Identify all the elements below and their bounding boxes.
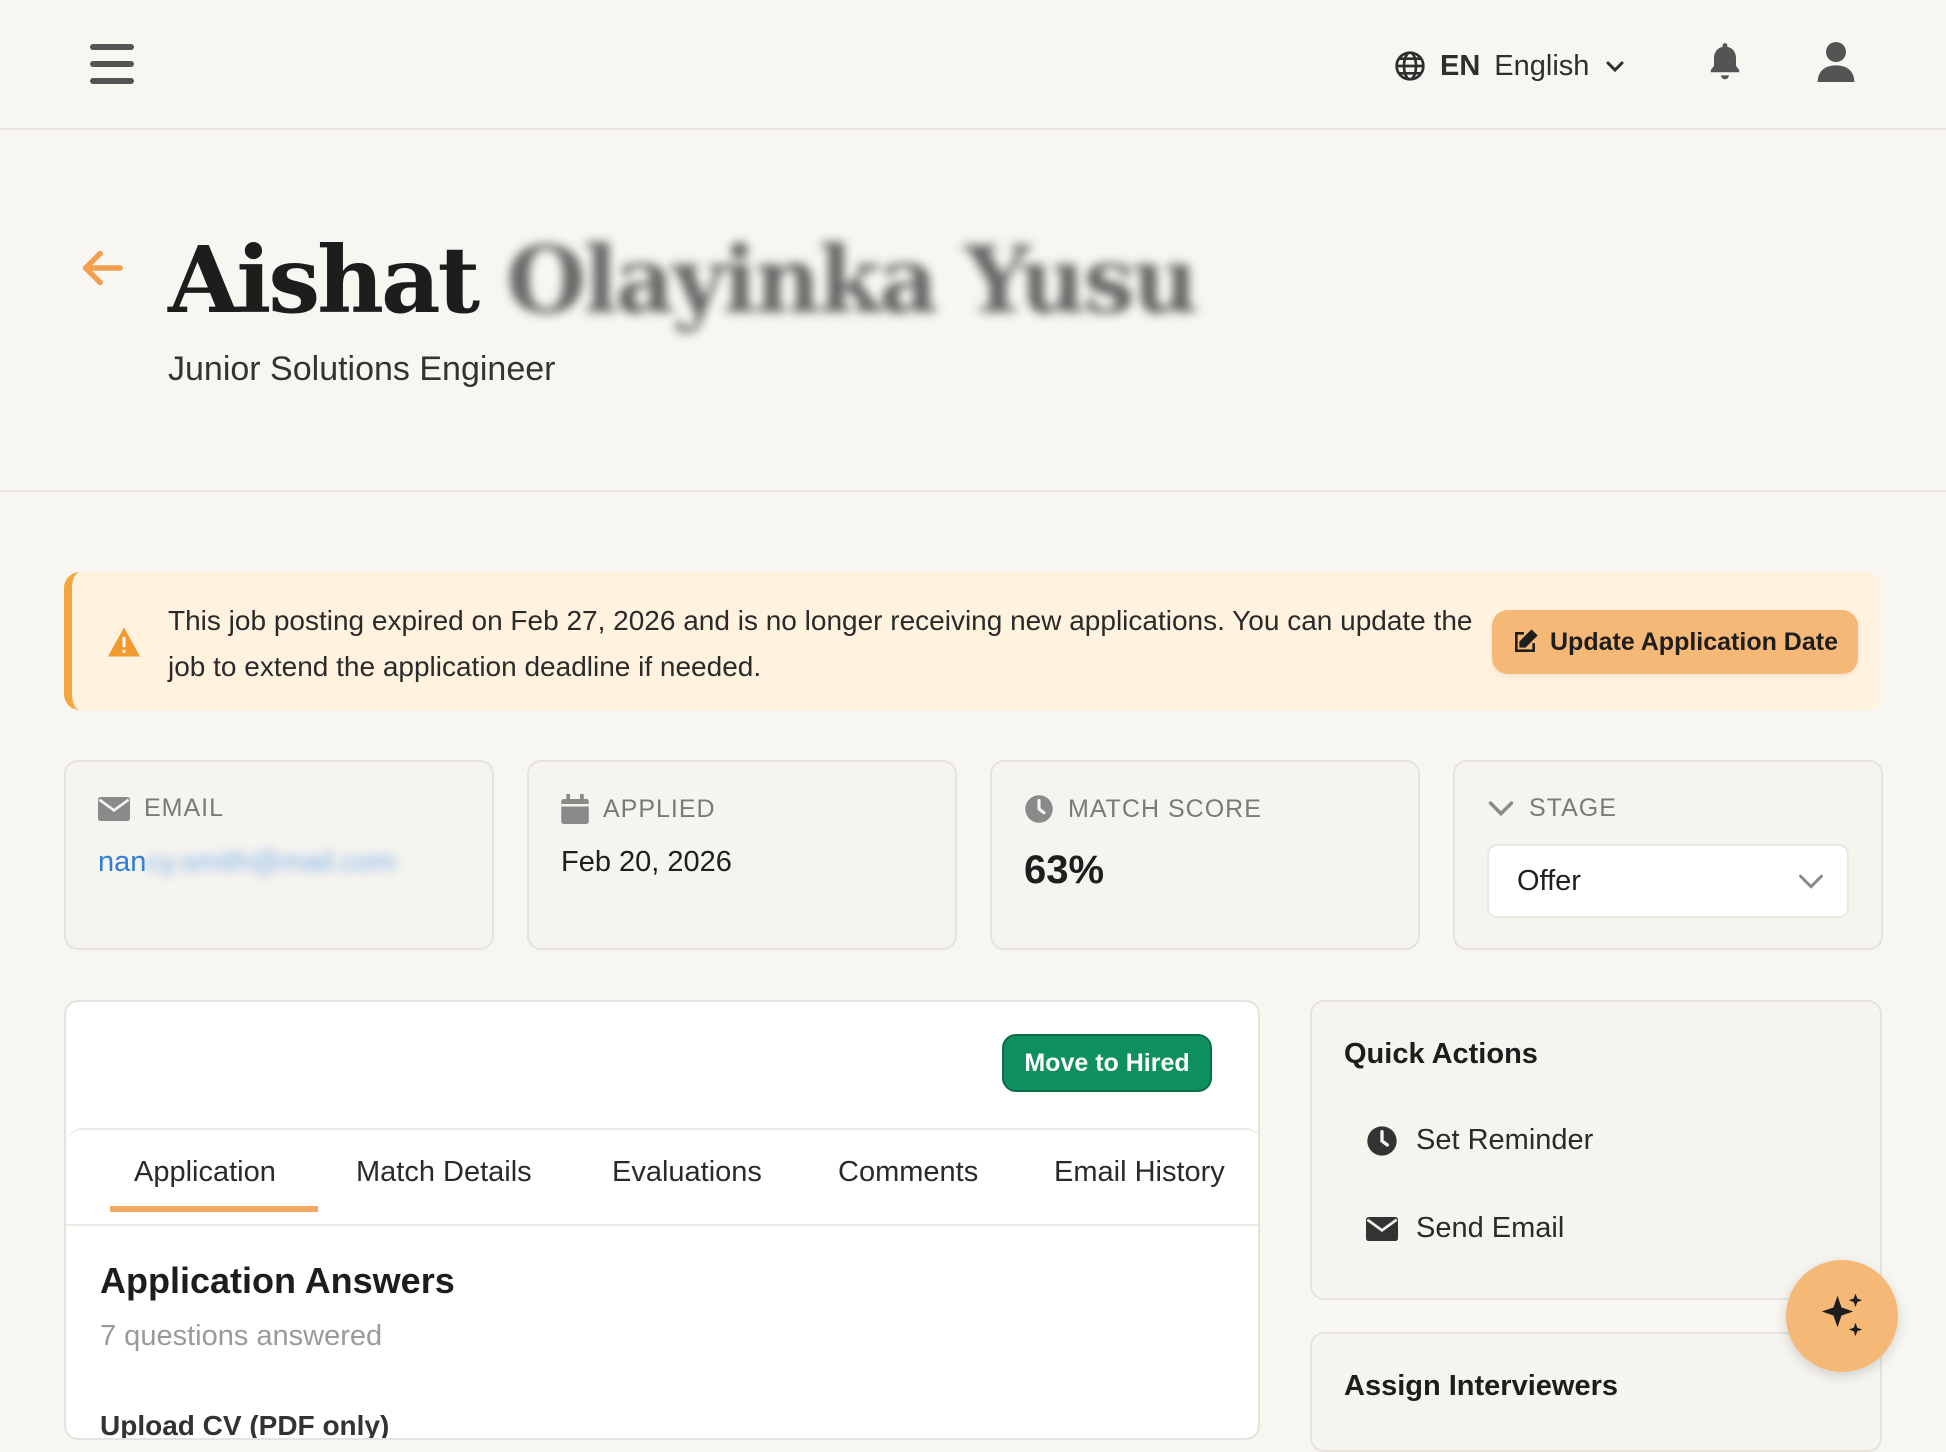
candidate-last-name-redacted: Olayinka Yusu (506, 226, 1199, 334)
email-value[interactable]: nancy.smith@mail.com (98, 846, 396, 879)
set-reminder-action[interactable]: Set Reminder (1366, 1124, 1593, 1157)
envelope-icon (1366, 1216, 1398, 1241)
section-title: Application Answers (100, 1260, 455, 1301)
move-to-hired-button[interactable]: Move to Hired (1002, 1034, 1212, 1092)
tab-evaluations[interactable]: Evaluations (612, 1156, 762, 1189)
email-redacted-part: cy.smith@mail.com (146, 846, 397, 878)
email-card: EMAIL nancy.smith@mail.com (64, 760, 494, 950)
clock-icon (1025, 795, 1053, 823)
menu-icon[interactable] (90, 44, 134, 84)
top-bar: EN English (0, 0, 1946, 130)
assign-interviewers-title: Assign Interviewers (1344, 1370, 1618, 1402)
language-selector[interactable]: EN English (1394, 44, 1627, 88)
edit-icon (1515, 629, 1538, 652)
email-visible-part: nan (98, 846, 147, 878)
email-label: EMAIL (144, 794, 225, 822)
warning-icon (108, 627, 140, 657)
quick-actions-panel: Quick Actions Set Reminder Send Email (1310, 1000, 1882, 1300)
section-subtitle: 7 questions answered (100, 1320, 383, 1352)
back-arrow-icon[interactable] (80, 248, 124, 288)
applied-card: APPLIED Feb 20, 2026 (527, 760, 957, 950)
job-title: Junior Solutions Engineer (168, 350, 556, 388)
stage-label: STAGE (1529, 794, 1617, 822)
clock-icon (1367, 1125, 1397, 1156)
alert-message: This job posting expired on Feb 27, 2026… (168, 605, 1473, 682)
ai-assistant-button[interactable] (1786, 1260, 1898, 1372)
match-score-label: MATCH SCORE (1068, 794, 1262, 823)
quick-actions-title: Quick Actions (1344, 1038, 1538, 1070)
language-code: EN (1440, 49, 1481, 82)
tab-email-history[interactable]: Email History (1054, 1156, 1225, 1189)
stage-selected-value: Offer (1517, 864, 1581, 897)
chevron-down-icon (1606, 61, 1624, 73)
user-icon[interactable] (1816, 40, 1856, 84)
envelope-icon (98, 796, 130, 821)
globe-icon (1395, 51, 1425, 81)
expired-job-alert: This job posting expired on Feb 27, 2026… (64, 572, 1882, 710)
send-email-label: Send Email (1416, 1212, 1565, 1244)
assign-interviewers-panel: Assign Interviewers (1310, 1332, 1882, 1452)
stage-card: STAGE Offer (1453, 760, 1883, 950)
match-score-value: 63% (1024, 848, 1105, 892)
bell-icon[interactable] (1706, 40, 1744, 84)
chevron-down-icon (1799, 874, 1823, 889)
question-label: Upload CV (PDF only) (100, 1410, 390, 1440)
set-reminder-label: Set Reminder (1416, 1124, 1594, 1156)
applied-date: Feb 20, 2026 (561, 846, 732, 878)
tab-application[interactable]: Application (110, 1156, 318, 1212)
candidate-name: Aishat Olayinka Yusu (168, 226, 1199, 334)
candidate-header: Aishat Olayinka Yusu Junior Solutions En… (0, 130, 1946, 492)
tab-comments[interactable]: Comments (838, 1156, 978, 1189)
application-panel: Move to Hired Application Match Details … (64, 1000, 1260, 1440)
chevron-down-icon (1488, 800, 1514, 816)
send-email-action[interactable]: Send Email (1366, 1212, 1564, 1245)
sparkles-icon (1821, 1293, 1863, 1337)
match-score-card: MATCH SCORE 63% (990, 760, 1420, 950)
candidate-first-name: Aishat (168, 226, 480, 334)
update-button-label: Update Application Date (1550, 627, 1838, 656)
stage-select[interactable]: Offer (1487, 844, 1849, 918)
calendar-icon (561, 794, 589, 824)
language-name: English (1494, 49, 1590, 82)
tab-match-details[interactable]: Match Details (356, 1156, 532, 1189)
update-application-date-button[interactable]: Update Application Date (1492, 610, 1858, 674)
tab-bar: Application Match Details Evaluations Co… (66, 1128, 1258, 1226)
applied-label: APPLIED (603, 794, 716, 823)
